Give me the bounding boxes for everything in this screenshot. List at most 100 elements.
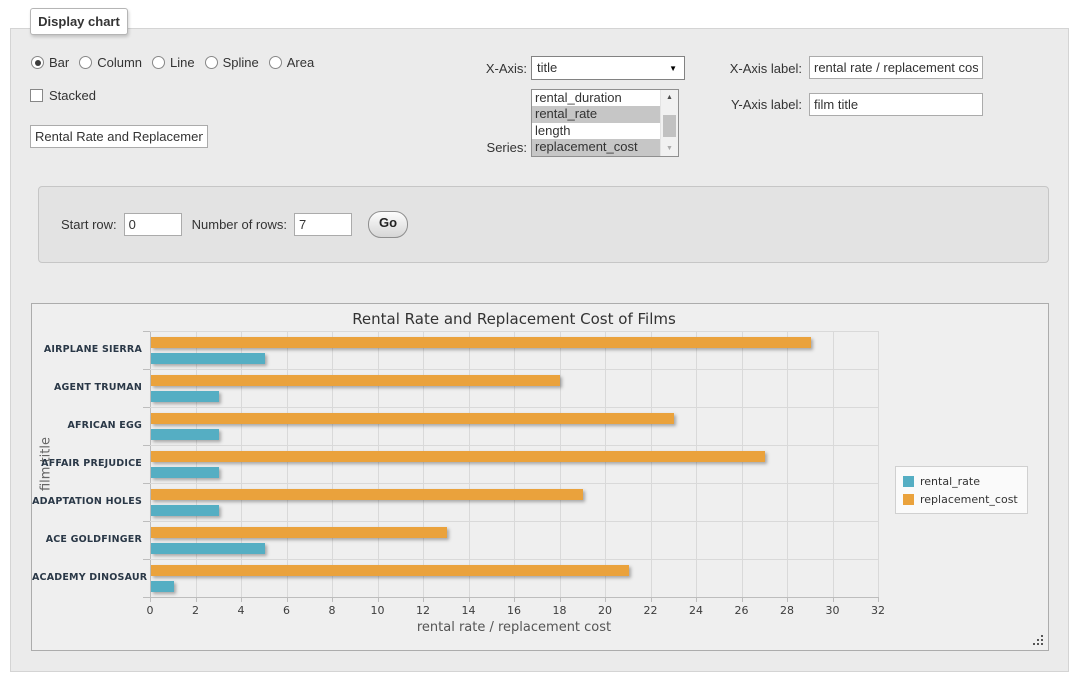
chart-type-bar[interactable]: Bar <box>31 55 69 70</box>
start-row-input[interactable] <box>124 213 182 236</box>
y-tick-mark <box>143 369 150 370</box>
x-gridline <box>332 331 333 597</box>
bar-replacement_cost[interactable] <box>151 489 583 500</box>
x-tick-label: 22 <box>631 604 671 617</box>
x-gridline <box>560 331 561 597</box>
resize-handle-icon[interactable] <box>1032 634 1044 646</box>
x-tick-label: 10 <box>358 604 398 617</box>
x-axis-label-input[interactable] <box>809 56 983 79</box>
x-tick-label: 14 <box>449 604 489 617</box>
radio-label: Line <box>170 55 195 70</box>
x-axis-select[interactable]: title ▼ <box>531 56 685 80</box>
category-label: AFFAIR PREJUDICE <box>32 458 142 469</box>
x-gridline <box>514 331 515 597</box>
row-range-panel: Start row: Number of rows: Go <box>38 186 1049 263</box>
legend-swatch <box>903 476 914 487</box>
x-gridline <box>696 331 697 597</box>
series-options: rental_durationrental_ratelengthreplacem… <box>532 90 661 156</box>
y-tick-mark <box>143 407 150 408</box>
checkbox-icon[interactable] <box>30 89 43 102</box>
legend-swatch <box>903 494 914 505</box>
y-axis-label-input[interactable] <box>809 93 983 116</box>
series-option[interactable]: replacement_cost <box>532 139 661 155</box>
radio-label: Area <box>287 55 314 70</box>
number-of-rows-input[interactable] <box>294 213 352 236</box>
chart-type-line[interactable]: Line <box>152 55 195 70</box>
x-gridline <box>241 331 242 597</box>
radio-label: Spline <box>223 55 259 70</box>
y-tick-mark <box>143 521 150 522</box>
category-label: ACADEMY DINOSAUR <box>32 572 142 583</box>
x-tick-label: 12 <box>403 604 443 617</box>
legend-item[interactable]: rental_rate <box>903 472 1018 490</box>
bar-rental_rate[interactable] <box>151 467 219 478</box>
x-tick-label: 24 <box>676 604 716 617</box>
bar-replacement_cost[interactable] <box>151 375 560 386</box>
scrollbar-up-icon[interactable]: ▲ <box>661 90 678 105</box>
number-of-rows-label: Number of rows: <box>192 217 287 232</box>
x-gridline <box>378 331 379 597</box>
series-option[interactable]: rental_duration <box>532 90 661 106</box>
stacked-checkbox[interactable]: Stacked <box>30 88 96 103</box>
series-select-label: Series: <box>431 140 527 155</box>
category-label: AIRPLANE SIERRA <box>32 344 142 355</box>
y-gridline <box>150 369 878 370</box>
radio-icon[interactable] <box>31 56 44 69</box>
bar-rental_rate[interactable] <box>151 505 219 516</box>
scrollbar-down-icon[interactable]: ▼ <box>661 141 678 156</box>
x-gridline <box>605 331 606 597</box>
series-scrollbar[interactable]: ▲ ▼ <box>660 90 678 156</box>
x-tick-label: 8 <box>312 604 352 617</box>
chart-legend: rental_rate replacement_cost <box>895 466 1028 514</box>
y-axis-label-caption: Y-Axis label: <box>709 97 802 112</box>
x-axis-title: rental rate / replacement cost <box>150 620 878 635</box>
bar-rental_rate[interactable] <box>151 543 265 554</box>
legend-item[interactable]: replacement_cost <box>903 490 1018 508</box>
display-chart-tab: Display chart <box>30 8 128 35</box>
bar-replacement_cost[interactable] <box>151 565 629 576</box>
chart-type-spline[interactable]: Spline <box>205 55 259 70</box>
radio-icon[interactable] <box>152 56 165 69</box>
x-gridline <box>287 331 288 597</box>
series-listbox[interactable]: rental_durationrental_ratelengthreplacem… <box>531 89 679 157</box>
series-option[interactable]: rental_rate <box>532 106 661 122</box>
y-gridline <box>150 331 878 332</box>
legend-label: rental_rate <box>920 475 980 488</box>
category-label: ACE GOLDFINGER <box>32 534 142 545</box>
y-gridline <box>150 445 878 446</box>
chart-type-column[interactable]: Column <box>79 55 142 70</box>
chart-title-input[interactable] <box>30 125 208 148</box>
bar-rental_rate[interactable] <box>151 429 219 440</box>
bar-replacement_cost[interactable] <box>151 337 811 348</box>
scrollbar-thumb[interactable] <box>663 115 676 137</box>
bar-replacement_cost[interactable] <box>151 413 674 424</box>
stacked-label: Stacked <box>49 88 96 103</box>
dropdown-arrow-icon[interactable]: ▼ <box>669 58 677 80</box>
x-axis-line <box>150 597 878 598</box>
bar-replacement_cost[interactable] <box>151 451 765 462</box>
bar-rental_rate[interactable] <box>151 581 174 592</box>
bar-rental_rate[interactable] <box>151 353 265 364</box>
bar-rental_rate[interactable] <box>151 391 219 402</box>
bar-replacement_cost[interactable] <box>151 527 447 538</box>
x-tick-label: 6 <box>267 604 307 617</box>
x-tick-label: 4 <box>221 604 261 617</box>
x-tick-label: 20 <box>585 604 625 617</box>
x-gridline <box>423 331 424 597</box>
radio-icon[interactable] <box>269 56 282 69</box>
start-row-label: Start row: <box>61 217 117 232</box>
x-tick-mark <box>878 597 879 602</box>
y-gridline <box>150 521 878 522</box>
go-button[interactable]: Go <box>368 211 408 238</box>
radio-icon[interactable] <box>79 56 92 69</box>
category-label: AGENT TRUMAN <box>32 382 142 393</box>
chart-panel: Rental Rate and Replacement Cost of Film… <box>31 303 1049 651</box>
radio-icon[interactable] <box>205 56 218 69</box>
radio-label: Bar <box>49 55 69 70</box>
x-gridline <box>651 331 652 597</box>
x-tick-label: 28 <box>767 604 807 617</box>
x-gridline <box>833 331 834 597</box>
fieldset-content: BarColumnLineSplineArea Stacked X-Axis: … <box>11 29 1068 671</box>
chart-type-area[interactable]: Area <box>269 55 314 70</box>
series-option[interactable]: length <box>532 123 661 139</box>
